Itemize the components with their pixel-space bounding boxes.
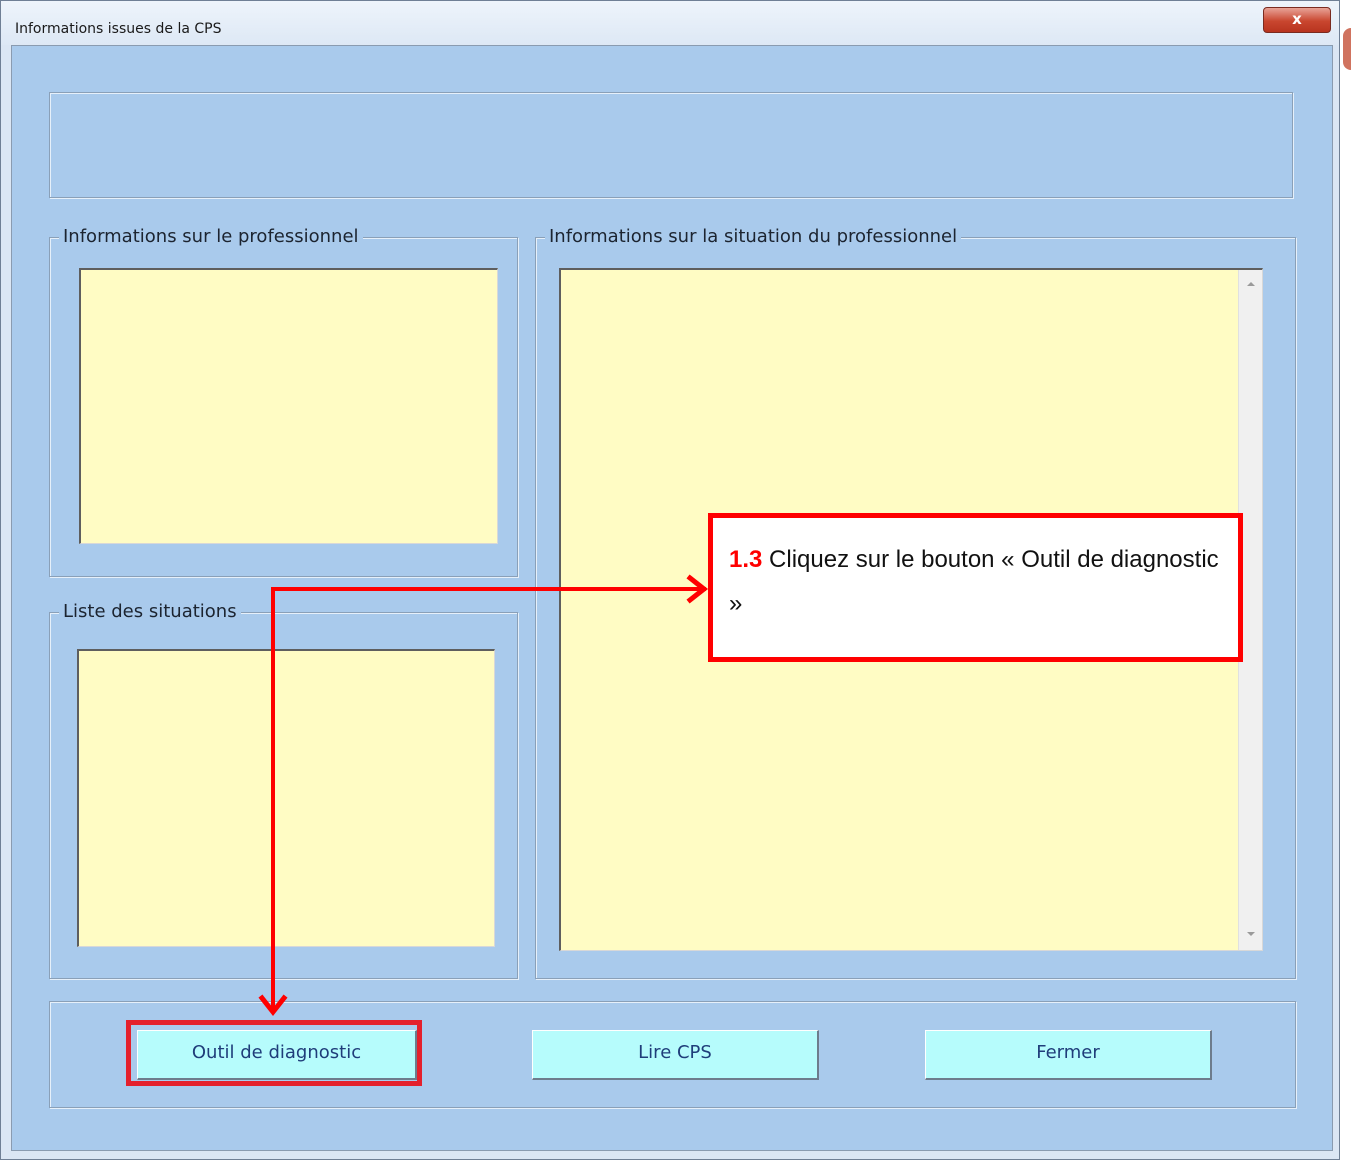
step-number: 1.3: [729, 546, 763, 573]
instruction-text: Cliquez sur le bouton « Outil de diagnos…: [729, 546, 1219, 617]
instruction-callout: 1.3 Cliquez sur le bouton « Outil de dia…: [708, 513, 1243, 662]
